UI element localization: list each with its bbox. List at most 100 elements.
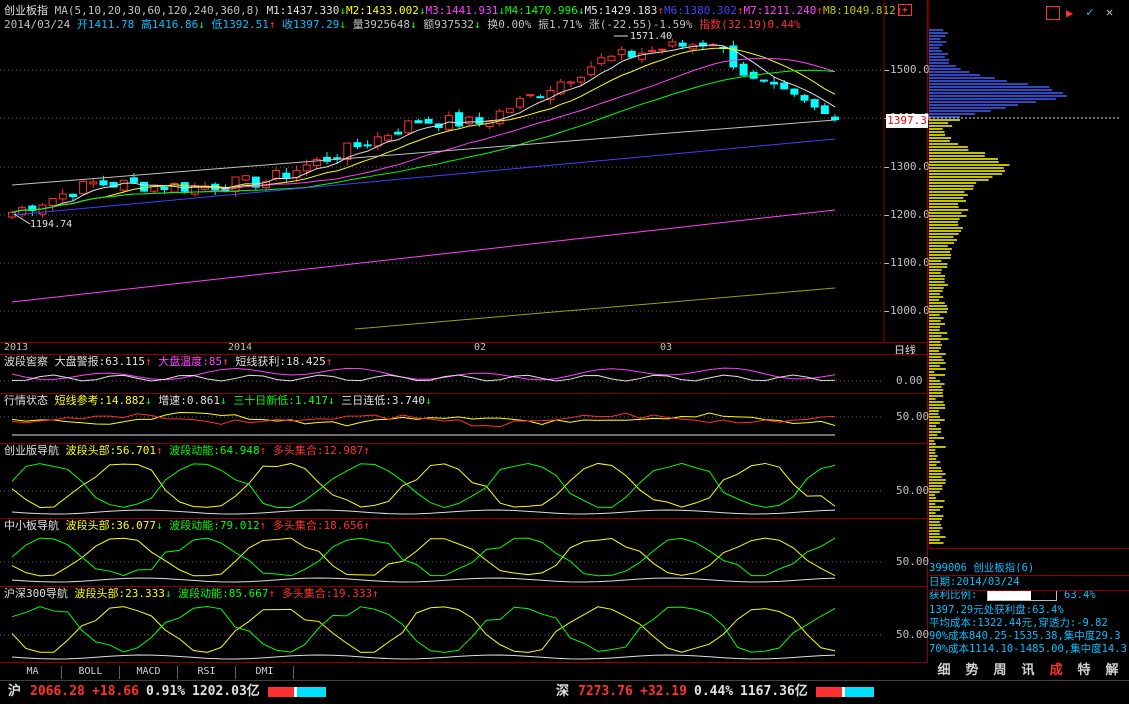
candle-body — [241, 175, 250, 181]
indicator-tick: 50.00 — [896, 410, 930, 423]
ma-line-long — [11, 119, 836, 186]
candle-body — [800, 95, 809, 101]
candle-body — [505, 108, 514, 113]
indicator-tick: 50.00 — [896, 628, 930, 641]
candle-body — [790, 88, 799, 95]
sh-change: +18.66 — [92, 684, 139, 699]
indicator-tab-dmi[interactable]: DMI — [236, 666, 294, 679]
candle-body — [404, 120, 413, 134]
indicator-line — [11, 462, 836, 509]
candle-body — [658, 48, 667, 51]
status-bar: 沪 2066.28 +18.66 0.91% 1202.03亿 深 7273.7… — [0, 680, 1129, 704]
sz-market-label[interactable]: 深 — [556, 681, 569, 703]
window-control-icon[interactable]: ✚ — [898, 4, 912, 16]
candle-body — [48, 198, 57, 206]
candle-body — [353, 142, 362, 148]
candle-body — [820, 105, 829, 115]
right-tab-1[interactable]: 势 — [960, 662, 984, 680]
candle-body — [99, 180, 108, 186]
candle-body — [668, 41, 677, 47]
chip-line-2: 平均成本:1322.44元,穿透力:-9.82 — [929, 617, 1108, 629]
sh-amount: 1202.03亿 — [192, 684, 260, 699]
candle-body — [648, 49, 657, 52]
candle-body — [302, 164, 311, 172]
price-tick-label: 1200.0 — [890, 208, 930, 221]
candle-body — [576, 76, 585, 83]
candle-body — [231, 176, 240, 193]
candle-body — [831, 116, 839, 121]
sz-pct: 0.44% — [694, 684, 734, 699]
sz-price: 7273.76 — [578, 684, 633, 699]
x-label-2014: 2014 — [228, 342, 253, 353]
candle-body — [597, 57, 606, 65]
indicator-line — [11, 537, 836, 577]
indicator-tab-ma[interactable]: MA — [4, 666, 62, 679]
candle-body — [414, 120, 423, 124]
candle-body — [607, 55, 616, 62]
price-tick-label: 1500.0 — [890, 63, 930, 76]
candle-body — [272, 169, 281, 180]
candle-body — [363, 144, 372, 147]
right-tab-6[interactable]: 解 — [1100, 662, 1124, 680]
candle-body — [566, 81, 575, 84]
candle-body — [394, 131, 403, 135]
sh-price: 2066.28 — [30, 684, 85, 699]
chip-distribution-chart — [928, 0, 1119, 548]
indicator-tick: 0.00 — [896, 374, 923, 387]
chip-line-4: 70%成本1114.10-1485.00,集中度14.3 — [929, 643, 1127, 655]
candle-body — [282, 172, 291, 179]
indicator-tab-macd[interactable]: MACD — [120, 666, 178, 679]
candle-body — [617, 49, 626, 56]
stock-code-name: 399006 创业板指(6) — [929, 562, 1035, 574]
indicator-line — [11, 577, 836, 583]
right-tab-3[interactable]: 讯 — [1016, 662, 1040, 680]
max-price-marker: 1571.40 — [630, 31, 673, 42]
chip-line-1: 1397.29元处获利盘:63.4% — [929, 604, 1064, 616]
indicator-tab-rsi[interactable]: RSI — [178, 666, 236, 679]
candle-body — [89, 181, 98, 185]
candle-body — [180, 182, 189, 192]
candle-body — [759, 79, 768, 82]
x-label-03: 03 — [660, 342, 673, 353]
candle-body — [79, 180, 88, 195]
candle-body — [678, 42, 687, 47]
indicator-line — [11, 462, 836, 508]
period-label: 日线 — [894, 344, 916, 357]
current-price-label: 1397.3 — [886, 114, 928, 128]
chip-line-3: 90%成本840.25-1535.38,集中度29.3 — [929, 630, 1121, 642]
indicator-chart — [0, 462, 884, 515]
candle-body — [383, 135, 392, 141]
indicator-chart — [0, 537, 884, 583]
candle-body — [627, 50, 636, 58]
right-tab-2[interactable]: 周 — [988, 662, 1012, 680]
x-label-2013: 2013 — [4, 342, 29, 353]
chip-date: 日期:2014/03/24 — [929, 576, 1020, 588]
candle-body — [424, 118, 433, 124]
right-tab-4[interactable]: 成 — [1044, 662, 1068, 680]
sh-pct: 0.91% — [146, 684, 186, 699]
indicator-tick: 50.00 — [896, 555, 930, 568]
indicator-chart — [0, 411, 884, 436]
candle-body — [810, 99, 819, 108]
candle-body — [119, 179, 128, 191]
candle-body — [770, 81, 779, 85]
x-axis-line — [0, 342, 928, 343]
ma-line-long — [354, 287, 836, 330]
indicator-chart — [0, 367, 884, 382]
price-tick-label: 1300.0 — [890, 160, 930, 173]
candle-body — [160, 186, 169, 190]
sz-change: +32.19 — [640, 684, 687, 699]
candle-body — [58, 193, 67, 200]
x-label-02: 02 — [474, 342, 487, 353]
right-tab-0[interactable]: 细 — [932, 662, 956, 680]
price-tick-label: 1000.0 — [890, 304, 930, 317]
indicator-line — [11, 509, 836, 515]
sh-market-label[interactable]: 沪 — [8, 681, 21, 703]
candlestick-chart — [0, 0, 885, 342]
chip-info-panel: 399006 创业板指(6) 日期:2014/03/24 获利比例: 63.4%… — [929, 562, 1129, 662]
indicator-tab-boll[interactable]: BOLL — [62, 666, 120, 679]
right-tab-5[interactable]: 特 — [1072, 662, 1096, 680]
ma-line-long — [11, 138, 836, 216]
candle-body — [780, 82, 789, 90]
indicator-line — [11, 654, 836, 660]
